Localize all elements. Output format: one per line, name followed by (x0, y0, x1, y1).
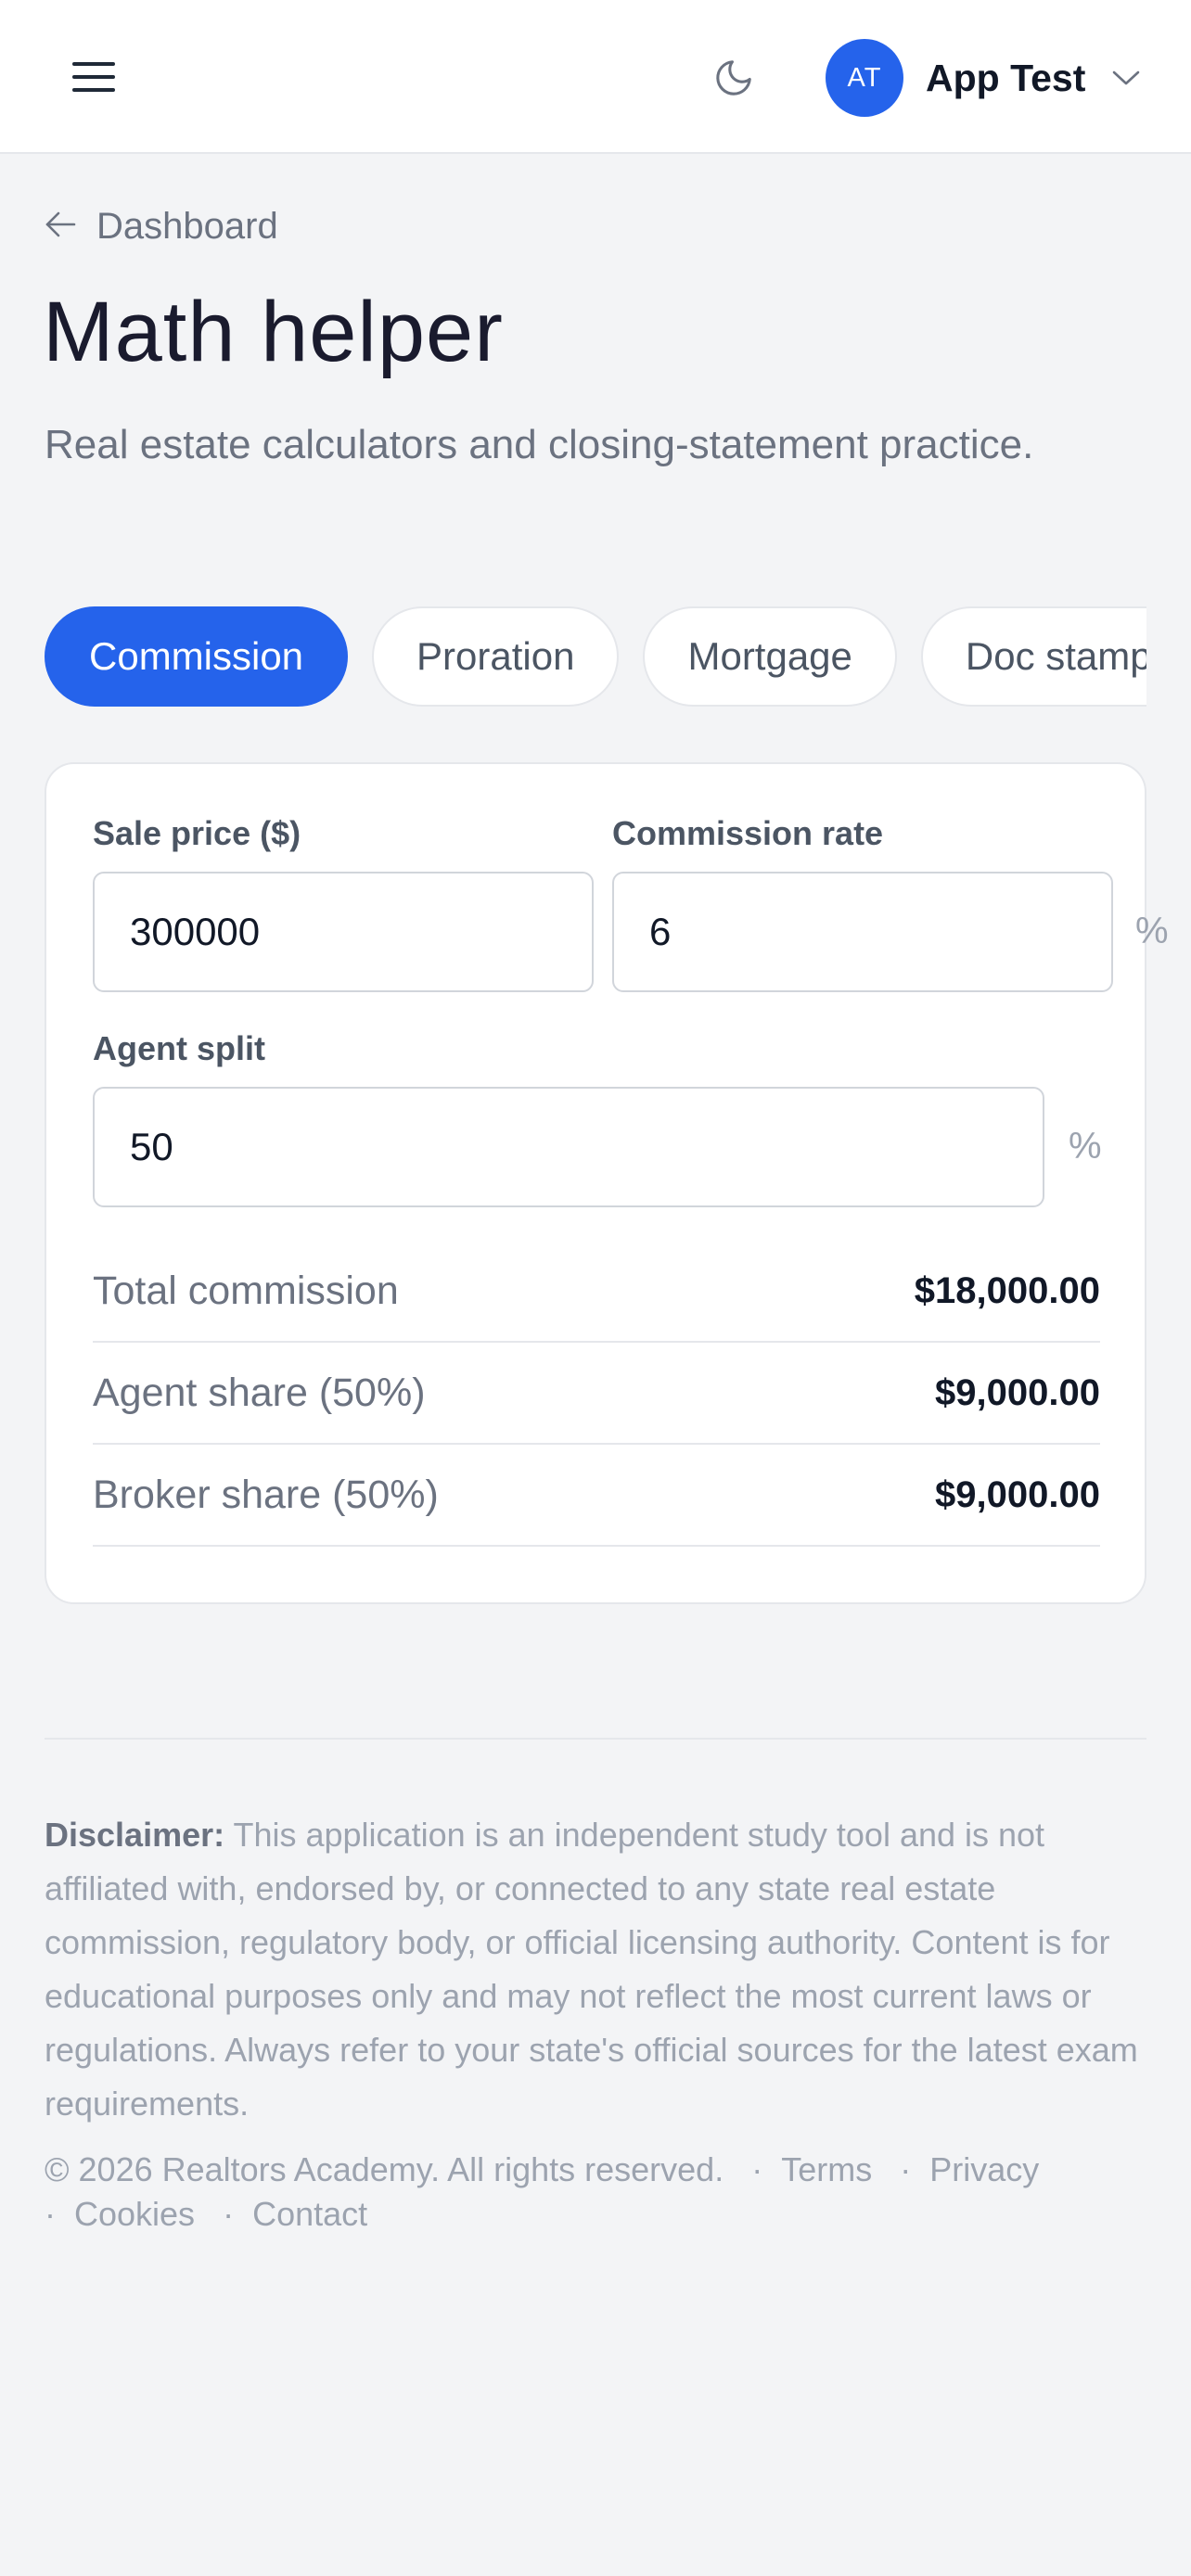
result-row-broker-share: Broker share (50%) $9,000.00 (93, 1445, 1100, 1547)
hamburger-menu-icon[interactable] (61, 48, 126, 106)
result-label: Total commission (93, 1268, 399, 1313)
percent-suffix: % (1135, 911, 1169, 951)
tab-doc-stamps[interactable]: Doc stamps (920, 606, 1146, 707)
agent-split-label: Agent split (93, 1029, 265, 1067)
avatar: AT (826, 39, 903, 117)
result-row-total-commission: Total commission $18,000.00 (93, 1241, 1100, 1343)
chevron-down-icon (1111, 69, 1141, 87)
moon-icon[interactable] (701, 48, 766, 108)
copyright: © 2026 Realtors Academy. All rights rese… (45, 2150, 724, 2188)
commission-calculator-card: Sale price ($) Commission rate % Agent s… (45, 762, 1169, 1604)
back-link-label: Dashboard (96, 205, 278, 247)
result-label: Agent share (50%) (93, 1370, 426, 1415)
commission-rate-label: Commission rate (612, 814, 884, 852)
calculator-tabs: Commission Proration Mortgage Doc stamps (45, 606, 1146, 708)
user-menu[interactable]: AT App Test (826, 37, 1150, 119)
page-title: Math helper (43, 285, 504, 379)
tab-commission[interactable]: Commission (45, 606, 349, 707)
tab-mortgage[interactable]: Mortgage (643, 606, 897, 707)
top-bar: AT App Test (0, 0, 1191, 154)
agent-split-input[interactable] (93, 1087, 1044, 1207)
tab-proration[interactable]: Proration (372, 606, 620, 707)
result-value: $18,000.00 (914, 1269, 1100, 1311)
footer-divider (45, 1738, 1146, 1740)
percent-suffix: % (1069, 1126, 1102, 1167)
arrow-left-icon (45, 210, 76, 243)
result-value: $9,000.00 (935, 1473, 1100, 1515)
terms-link[interactable]: Terms (781, 2150, 872, 2188)
result-row-agent-share: Agent share (50%) $9,000.00 (93, 1343, 1100, 1445)
commission-rate-input[interactable] (612, 872, 1113, 992)
contact-link[interactable]: Contact (252, 2195, 367, 2233)
sale-price-label: Sale price ($) (93, 814, 301, 852)
footer-links: © 2026 Realtors Academy. All rights rese… (45, 2150, 1040, 2233)
privacy-link[interactable]: Privacy (929, 2150, 1039, 2188)
result-label: Broker share (50%) (93, 1472, 439, 1517)
back-to-dashboard-link[interactable]: Dashboard (45, 200, 278, 252)
cookies-link[interactable]: Cookies (74, 2195, 195, 2233)
user-name: App Test (926, 56, 1086, 99)
sale-price-input[interactable] (93, 872, 594, 992)
disclaimer-label: Disclaimer: (45, 1816, 225, 1854)
result-value: $9,000.00 (935, 1371, 1100, 1413)
disclaimer-text: This application is an independent study… (45, 1816, 1138, 2123)
page-subtitle: Real estate calculators and closing-stat… (45, 422, 1034, 467)
disclaimer: Disclaimer: This application is an indep… (45, 1808, 1146, 2131)
